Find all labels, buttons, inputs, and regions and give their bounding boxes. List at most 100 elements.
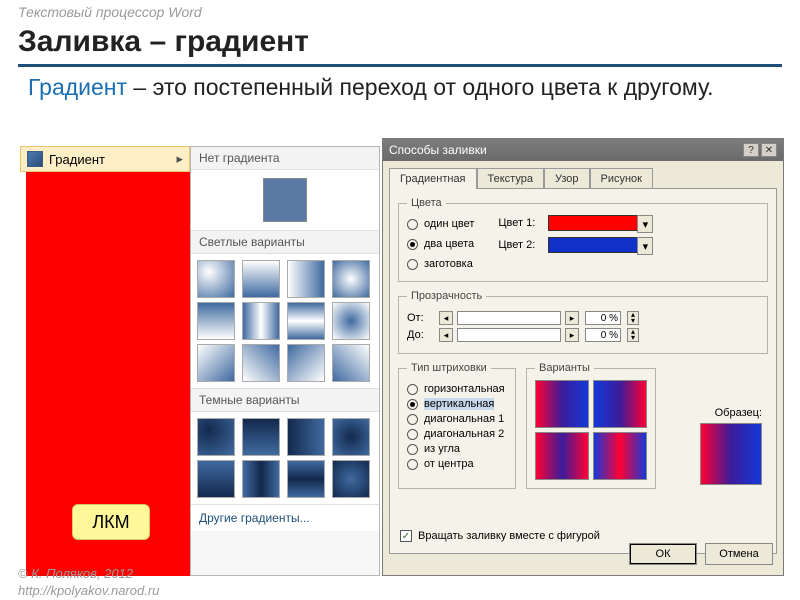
slide-title: Заливка – градиент: [18, 25, 309, 59]
dark-swatch[interactable]: [287, 460, 325, 498]
light-swatch[interactable]: [197, 344, 235, 382]
colors-legend: Цвета: [407, 197, 446, 209]
radio-vertical-label: вертикальная: [424, 398, 494, 410]
color2-label: Цвет 2:: [498, 239, 544, 251]
colors-fieldset: Цвета один цвет два цвета заготовка Цвет…: [398, 197, 768, 282]
radio-two-label: два цвета: [424, 238, 474, 250]
tab-picture[interactable]: Рисунок: [590, 168, 654, 189]
light-swatch[interactable]: [197, 260, 235, 298]
dialog-tabs: Градиентная Текстура Узор Рисунок: [383, 161, 783, 188]
light-swatch[interactable]: [332, 260, 370, 298]
gradient-button-label: Градиент: [49, 152, 105, 167]
light-swatch[interactable]: [287, 344, 325, 382]
dark-swatch[interactable]: [197, 460, 235, 498]
color1-label: Цвет 1:: [498, 217, 544, 229]
tab-gradient[interactable]: Градиентная: [389, 168, 477, 189]
radio-vertical[interactable]: [407, 399, 418, 410]
variant-swatch[interactable]: [535, 380, 589, 428]
no-gradient-swatch[interactable]: [263, 178, 307, 222]
color1-dropdown-icon[interactable]: ▾: [637, 215, 653, 233]
slider-right-icon[interactable]: ▸: [565, 328, 579, 342]
from-spinner[interactable]: ▴▾: [627, 311, 639, 325]
radio-one-label: один цвет: [424, 218, 474, 230]
definition-keyword: Градиент: [28, 74, 127, 100]
close-button[interactable]: ✕: [761, 143, 777, 157]
color2-dropdown-icon[interactable]: ▾: [637, 237, 653, 255]
footer: © К. Поляков, 2012 http://kpolyakov.naro…: [18, 566, 159, 600]
radio-preset[interactable]: [407, 259, 418, 270]
radio-one-color[interactable]: [407, 219, 418, 230]
chevron-right-icon: ▸: [176, 151, 183, 167]
rotate-checkbox[interactable]: ✓: [400, 530, 412, 542]
from-label: От:: [407, 312, 433, 324]
from-percent[interactable]: 0 %: [585, 311, 621, 325]
gallery-dark-grid: [191, 412, 379, 505]
light-swatch[interactable]: [287, 260, 325, 298]
radio-two-colors[interactable]: [407, 239, 418, 250]
radio-diag1-label: диагональная 1: [424, 413, 504, 425]
dark-swatch[interactable]: [197, 418, 235, 456]
radio-center[interactable]: [407, 459, 418, 470]
fill-methods-dialog: Способы заливки ? ✕ Градиентная Текстура…: [382, 138, 784, 576]
gallery-section-light: Светлые варианты: [191, 231, 379, 254]
dialog-title: Способы заливки: [389, 143, 487, 157]
dark-swatch[interactable]: [287, 418, 325, 456]
radio-corner-label: из угла: [424, 443, 460, 455]
light-swatch[interactable]: [242, 302, 280, 340]
slider-track[interactable]: [457, 311, 561, 325]
gallery-section-nogradient: Нет градиента: [191, 147, 379, 170]
slider-left-icon[interactable]: ◂: [439, 328, 453, 342]
slider-right-icon[interactable]: ▸: [565, 311, 579, 325]
radio-diag2[interactable]: [407, 429, 418, 440]
dialog-tab-body: Цвета один цвет два цвета заготовка Цвет…: [389, 188, 777, 554]
radio-center-label: от центра: [424, 458, 474, 470]
variant-swatch[interactable]: [535, 432, 589, 480]
dark-swatch[interactable]: [332, 460, 370, 498]
color1-swatch[interactable]: ▾: [548, 215, 638, 231]
definition-text: Градиент – это постепенный переход от од…: [28, 74, 728, 102]
radio-horizontal[interactable]: [407, 384, 418, 395]
definition-rest: – это постепенный переход от одного цвет…: [127, 74, 714, 100]
tab-texture[interactable]: Текстура: [477, 168, 544, 189]
footer-copyright: © К. Поляков, 2012: [18, 566, 159, 583]
lkm-badge: ЛКМ: [72, 504, 150, 540]
dark-swatch[interactable]: [242, 418, 280, 456]
gallery-section-dark: Темные варианты: [191, 389, 379, 412]
radio-diag1[interactable]: [407, 414, 418, 425]
tab-pattern[interactable]: Узор: [544, 168, 590, 189]
rotate-checkbox-label: Вращать заливку вместе с фигурой: [418, 530, 600, 542]
gallery-more-gradients[interactable]: Другие градиенты...: [191, 505, 379, 531]
cancel-button[interactable]: Отмена: [705, 543, 773, 565]
light-swatch[interactable]: [287, 302, 325, 340]
radio-corner[interactable]: [407, 444, 418, 455]
dialog-titlebar[interactable]: Способы заливки ? ✕: [383, 139, 783, 161]
light-swatch[interactable]: [242, 260, 280, 298]
slider-left-icon[interactable]: ◂: [439, 311, 453, 325]
transparency-fieldset: Прозрачность От: ◂ ▸ 0 % ▴▾ До: ◂ ▸ 0 %: [398, 290, 768, 354]
gradient-dropdown-button[interactable]: Градиент ▸: [20, 146, 190, 172]
dark-swatch[interactable]: [332, 418, 370, 456]
to-slider[interactable]: ◂ ▸: [439, 328, 579, 342]
light-swatch[interactable]: [332, 302, 370, 340]
title-underline: [18, 64, 782, 67]
to-percent[interactable]: 0 %: [585, 328, 621, 342]
variant-swatch[interactable]: [593, 380, 647, 428]
ok-button[interactable]: ОК: [629, 543, 697, 565]
radio-preset-label: заготовка: [424, 258, 473, 270]
sample-preview: [700, 423, 762, 485]
slider-track[interactable]: [457, 328, 561, 342]
gallery-nogradient-row: [191, 170, 379, 231]
dark-swatch[interactable]: [242, 460, 280, 498]
to-spinner[interactable]: ▴▾: [627, 328, 639, 342]
light-swatch[interactable]: [242, 344, 280, 382]
color2-swatch[interactable]: ▾: [548, 237, 638, 253]
help-button[interactable]: ?: [743, 143, 759, 157]
radio-diag2-label: диагональная 2: [424, 428, 504, 440]
footer-url: http://kpolyakov.narod.ru: [18, 583, 159, 600]
sample-label: Образец:: [715, 407, 762, 419]
hatch-legend: Тип штриховки: [407, 362, 491, 374]
from-slider[interactable]: ◂ ▸: [439, 311, 579, 325]
light-swatch[interactable]: [332, 344, 370, 382]
light-swatch[interactable]: [197, 302, 235, 340]
variant-swatch[interactable]: [593, 432, 647, 480]
